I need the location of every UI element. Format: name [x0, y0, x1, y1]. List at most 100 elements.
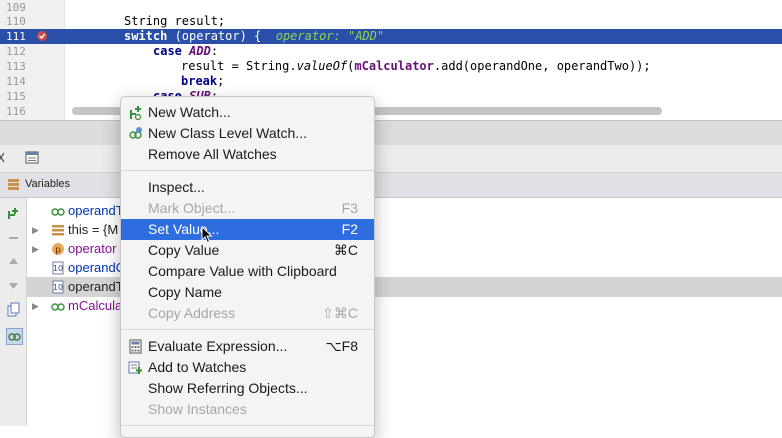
code-fragment: .add(operandOne, operandTwo)); [433, 59, 651, 73]
menu-item-remove-all-watches[interactable]: Remove All Watches [121, 144, 374, 165]
code-line[interactable]: 110 String result; [0, 14, 782, 29]
variables-title: Variables [25, 178, 71, 190]
calculator-icon [129, 339, 142, 354]
line-number: 115 [6, 90, 26, 103]
variable-name: mCalcula [68, 298, 123, 313]
watch-glasses-icon [51, 208, 65, 216]
variable-name: operandT [68, 203, 124, 218]
code-editor[interactable]: 109 110 String result; 111 switch (opera… [0, 0, 782, 120]
primitive-value-icon: 10 [52, 261, 64, 275]
menu-item-label: Copy Name [148, 284, 222, 300]
add-watch-icon[interactable] [6, 206, 21, 221]
menu-item-copy-name[interactable]: Copy Name [121, 282, 374, 303]
menu-item-label: Compare Value with Clipboard [148, 263, 337, 279]
menu-item-label: Inspect... [148, 179, 205, 195]
line-number: 114 [6, 75, 26, 88]
add-watch-icon [130, 106, 142, 120]
code-text: result = String.valueOf(mCalculator.add(… [181, 59, 651, 74]
menu-item-set-value[interactable]: Set Value... F2 [121, 219, 374, 240]
menu-item-show-referring-objects[interactable]: Show Referring Objects... [121, 378, 374, 399]
line-number: 110 [6, 15, 26, 28]
parameter-icon: p [52, 243, 64, 256]
line-number: 109 [6, 1, 26, 14]
menu-separator [121, 329, 374, 330]
code-line[interactable]: 115 case SUB: [0, 89, 782, 104]
menu-separator [121, 170, 374, 171]
copy-icon[interactable] [6, 302, 21, 317]
line-number: 111 [6, 30, 26, 43]
menu-item-label: New Watch... [148, 104, 231, 120]
code-fragment: (operator) { [167, 29, 276, 43]
menu-item-label: New Class Level Watch... [148, 125, 307, 141]
variable-name: this = {M [68, 222, 119, 237]
menu-item-label: Evaluate Expression... [148, 338, 288, 354]
method-call: valueOf [296, 59, 348, 73]
code-line[interactable]: 114 break; [0, 74, 782, 89]
menu-item-label: Show Instances [148, 401, 247, 417]
menu-item-shortcut: ⌥F8 [325, 338, 358, 354]
watch-glasses-icon [51, 303, 65, 311]
menu-item-copy-address[interactable]: Copy Address ⇧⌘C [121, 303, 374, 324]
debug-panel-header [0, 120, 782, 146]
code-fragment: : [210, 44, 219, 58]
code-fragment: result = String. [181, 59, 297, 73]
variable-name: operandO [68, 260, 126, 275]
code-text: break; [181, 74, 224, 89]
line-number: 113 [6, 60, 26, 73]
variable-name: operator [68, 241, 117, 256]
menu-item-show-instances[interactable]: Show Instances [121, 399, 374, 420]
inline-debug-value: operator: "ADD" [275, 29, 385, 43]
move-down-icon[interactable] [6, 278, 21, 293]
code-line[interactable]: 113 result = String.valueOf(mCalculator.… [0, 59, 782, 74]
enum-constant: ADD [189, 44, 211, 58]
code-text: case ADD: [153, 44, 218, 59]
code-line[interactable]: 112 case ADD: [0, 44, 782, 59]
variables-header: Variables [0, 173, 782, 198]
menu-item-label: Copy Address [148, 305, 236, 321]
variables-icon [8, 179, 19, 190]
keyword: break [181, 74, 218, 88]
expand-arrow-icon[interactable]: ▶ [32, 239, 39, 259]
menu-item-evaluate-expression[interactable]: Evaluate Expression... ⌥F8 [121, 336, 374, 357]
field-reference: mCalculator [354, 59, 434, 73]
watches-toggle-icon[interactable] [6, 328, 23, 345]
svg-text:10: 10 [53, 264, 63, 273]
debugger-tab-icon[interactable] [0, 151, 10, 164]
code-text: String result; [124, 14, 226, 28]
expand-arrow-icon[interactable]: ▶ [32, 296, 39, 316]
menu-item-label: Remove All Watches [148, 146, 277, 162]
code-fragment: ; [217, 74, 225, 88]
code-line[interactable]: 109 [0, 0, 782, 15]
object-fields-icon [52, 225, 64, 236]
class-watch-icon [129, 127, 142, 139]
menu-item-shortcut: F3 [341, 200, 358, 216]
current-execution-line[interactable]: 111 switch (operator) { operator: "ADD" [0, 29, 782, 44]
menu-item-compare-value-with-clipboard[interactable]: Compare Value with Clipboard [121, 261, 374, 282]
menu-item-label: Mark Object... [148, 200, 236, 216]
remove-watch-icon[interactable] [6, 230, 21, 245]
menu-item-new-watch[interactable]: New Watch... [121, 102, 374, 123]
menu-item-copy-value[interactable]: Copy Value ⌘C [121, 240, 374, 261]
menu-item-mark-object[interactable]: Mark Object... F3 [121, 198, 374, 219]
svg-text:p: p [55, 246, 61, 256]
menu-item-shortcut: F2 [341, 221, 358, 237]
expand-arrow-icon[interactable]: ▶ [32, 220, 39, 240]
keyword: switch [124, 29, 168, 43]
frames-layout-icon[interactable] [25, 151, 39, 164]
menu-item-add-to-watches[interactable]: Add to Watches [121, 357, 374, 378]
mouse-cursor-icon [201, 226, 213, 244]
menu-item-inspect[interactable]: Inspect... [121, 177, 374, 198]
move-up-icon[interactable] [6, 254, 21, 269]
line-number: 116 [6, 105, 26, 118]
code-text: switch (operator) { operator: "ADD" [124, 29, 384, 44]
menu-item-shortcut: ⇧⌘C [322, 305, 358, 321]
svg-text:10: 10 [53, 283, 63, 292]
menu-item-new-class-level-watch[interactable]: New Class Level Watch... [121, 123, 374, 144]
primitive-value-icon: 10 [52, 280, 64, 294]
variables-side-toolbar [0, 198, 27, 426]
menu-item-label: Add to Watches [148, 359, 247, 375]
context-menu[interactable]: New Watch... New Class Level Watch... Re… [120, 96, 375, 438]
breakpoint-icon[interactable] [36, 30, 48, 42]
menu-item-shortcut: ⌘C [333, 242, 358, 258]
debug-toolbar [0, 145, 782, 173]
